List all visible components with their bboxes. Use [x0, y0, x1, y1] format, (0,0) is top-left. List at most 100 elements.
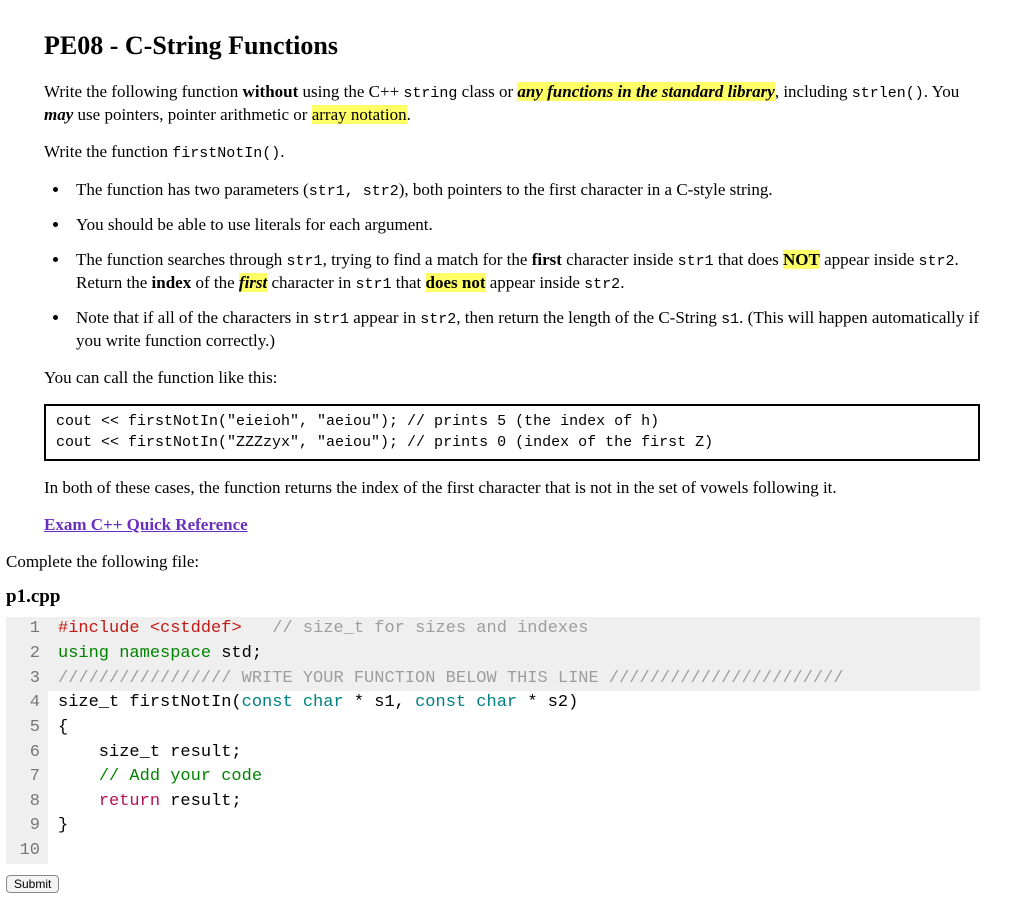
intro-paragraph: Write the following function without usi… — [44, 81, 980, 127]
code-str1: str1 — [313, 311, 349, 328]
bold-first: first — [532, 250, 562, 269]
line-number: 5 — [6, 716, 48, 741]
text: . — [407, 105, 411, 124]
text: use pointers, pointer arithmetic or — [73, 105, 311, 124]
text: size_t firstNotIn( — [58, 693, 242, 712]
submit-button[interactable]: Submit — [6, 875, 59, 893]
text: * s2) — [517, 693, 578, 712]
text: that — [392, 273, 426, 292]
after-box-text: In both of these cases, the function ret… — [44, 477, 980, 500]
text: { — [48, 716, 980, 741]
filename-heading: p1.cpp — [6, 584, 980, 610]
code-str1: str1 — [356, 276, 392, 293]
line-number: 3 — [6, 667, 48, 692]
code-string: string — [403, 85, 457, 102]
text: appear inside — [486, 273, 585, 292]
italic-may: may — [44, 105, 73, 124]
indent — [58, 767, 99, 786]
text: , trying to find a match for the — [323, 250, 532, 269]
text: appear inside — [820, 250, 919, 269]
code-line: 8 return result; — [6, 790, 980, 815]
text: . You — [924, 82, 959, 101]
highlight-stdlib: any functions in the standard library — [517, 82, 774, 101]
line-number: 8 — [6, 790, 48, 815]
line-number: 9 — [6, 814, 48, 839]
text: The function searches through — [76, 250, 287, 269]
keyword: return — [99, 792, 160, 811]
text: The function has two parameters ( — [76, 180, 309, 199]
text: size_t result; — [48, 741, 980, 766]
text: any functions in the standard library — [517, 82, 774, 101]
code-editor[interactable]: 1 #include <cstddef> // size_t for sizes… — [6, 617, 980, 863]
quick-reference-link[interactable]: Exam C++ Quick Reference — [44, 515, 248, 534]
text: Note that if all of the characters in — [76, 308, 313, 327]
text: of the — [191, 273, 239, 292]
code-line: 2 using namespace std; — [6, 642, 980, 667]
text: does not — [426, 273, 486, 292]
page-title: PE08 - C-String Functions — [44, 28, 980, 63]
code-str1: str1 — [678, 253, 714, 270]
write-function-line: Write the function firstNotIn(). — [44, 141, 980, 164]
text: , then return the length of the C-String — [456, 308, 721, 327]
code-line: 7 // Add your code — [6, 765, 980, 790]
example-code-box: cout << firstNotIn("eieioh", "aeiou"); /… — [44, 404, 980, 461]
preproc: #include — [58, 619, 150, 638]
code-line: 10 — [6, 839, 980, 864]
requirements-list: The function has two parameters (str1, s… — [70, 179, 980, 354]
highlight-first: first — [239, 273, 267, 292]
code-str1: str1 — [287, 253, 323, 270]
highlight-array: array notation — [312, 105, 407, 124]
code-params: str1, str2 — [309, 183, 399, 200]
indent — [58, 792, 99, 811]
text: } — [48, 814, 980, 839]
line-number: 6 — [6, 741, 48, 766]
text — [48, 839, 980, 864]
text: , including — [775, 82, 852, 101]
line-number: 7 — [6, 765, 48, 790]
text: * s1, — [344, 693, 415, 712]
text: std; — [221, 644, 262, 663]
text: result; — [160, 792, 242, 811]
comment: ///////////////// WRITE YOUR FUNCTION BE… — [58, 669, 844, 688]
text: Write the function — [44, 142, 172, 161]
code-str2: str2 — [420, 311, 456, 328]
highlight-doesnot: does not — [426, 273, 486, 292]
code-line: 5 { — [6, 716, 980, 741]
text: that does — [714, 250, 783, 269]
code-line: 3 ///////////////// WRITE YOUR FUNCTION … — [6, 667, 980, 692]
line-number: 1 — [6, 617, 48, 642]
code-str2: str2 — [918, 253, 954, 270]
text: NOT — [783, 250, 820, 269]
text: character inside — [562, 250, 678, 269]
code-strlen: strlen() — [852, 85, 924, 102]
bold-index: index — [152, 273, 192, 292]
bold-without: without — [243, 82, 299, 101]
keyword: char — [466, 693, 517, 712]
text: first — [239, 273, 267, 292]
text: ), both pointers to the first character … — [399, 180, 773, 199]
text: appear in — [349, 308, 420, 327]
line-number: 4 — [6, 691, 48, 716]
text: using the C++ — [298, 82, 403, 101]
list-item: The function searches through str1, tryi… — [70, 249, 980, 296]
code-line: 9 } — [6, 814, 980, 839]
keyword: using namespace — [58, 644, 221, 663]
text: . — [620, 273, 624, 292]
list-item: The function has two parameters (str1, s… — [70, 179, 980, 202]
include-lib: <cstddef> — [150, 619, 242, 638]
keyword: const — [242, 693, 293, 712]
code-line: 6 size_t result; — [6, 741, 980, 766]
highlight-not: NOT — [783, 250, 820, 269]
text: Write the following function — [44, 82, 243, 101]
keyword: const — [415, 693, 466, 712]
text: . — [280, 142, 284, 161]
complete-prompt: Complete the following file: — [6, 551, 980, 574]
code-line: 4 size_t firstNotIn(const char * s1, con… — [6, 691, 980, 716]
comment: // size_t for sizes and indexes — [242, 619, 589, 638]
code-str2: str2 — [584, 276, 620, 293]
comment: // Add your code — [99, 767, 262, 786]
list-item: Note that if all of the characters in st… — [70, 307, 980, 353]
keyword: char — [293, 693, 344, 712]
code-s1: s1 — [721, 311, 739, 328]
text: character in — [267, 273, 355, 292]
